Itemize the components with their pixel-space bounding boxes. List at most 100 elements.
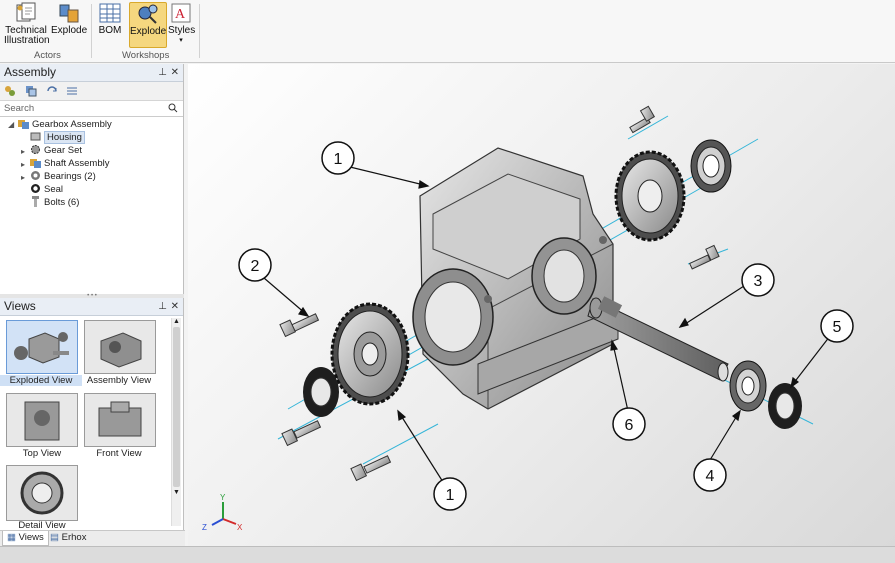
callout-label: 2 (251, 258, 260, 275)
tree-item-label: Seal (44, 184, 64, 195)
close-icon[interactable]: ✕ (171, 298, 179, 315)
left-spur-gear[interactable] (330, 302, 410, 406)
shaft-bearing[interactable] (729, 360, 767, 412)
scroll-thumb[interactable] (173, 327, 180, 487)
expand-icon[interactable]: ▸ (21, 173, 25, 182)
view-label-exploded: Exploded View (0, 375, 82, 386)
tree-item-bolts[interactable]: Bolts (6) (30, 196, 79, 209)
tab-views[interactable]: ▦ Views (2, 531, 49, 546)
explode-workshop-button[interactable]: Explode (129, 2, 167, 48)
tree-item-label: Housing (44, 131, 85, 144)
bolt-left-upper (279, 313, 320, 338)
shaft-seal[interactable] (768, 383, 802, 429)
assembly-panel-title: Assembly (4, 65, 57, 79)
callout-6[interactable]: 6 (612, 407, 646, 441)
assembly-tree-icon[interactable] (4, 85, 16, 97)
callout-5[interactable]: 5 (820, 309, 854, 343)
upper-bearing[interactable] (690, 139, 732, 193)
search-icon[interactable] (168, 103, 178, 113)
tree-item-housing[interactable]: Housing (30, 131, 85, 144)
view-thumbnail-detail[interactable] (6, 465, 78, 521)
views-scrollbar[interactable]: ▲ ▼ (171, 318, 181, 526)
pin-icon[interactable]: ⊥ (158, 298, 167, 315)
axis-triad: Y X Z (202, 493, 243, 532)
view-thumbnail-top[interactable] (6, 393, 78, 447)
detail-view-preview (20, 471, 64, 515)
gear-icon (31, 145, 40, 154)
search-input[interactable]: Search (0, 101, 183, 117)
tab-label: Views (18, 532, 44, 543)
housing-icon (30, 132, 41, 141)
callout-label: 3 (754, 273, 763, 290)
bolt-icon (32, 196, 39, 207)
styles-dropdown-icon[interactable]: ▾ (168, 36, 194, 46)
collapse-icon[interactable]: ◢ (8, 120, 14, 129)
3d-viewport[interactable]: 1 2 3 1 4 5 6 Y X Z (188, 64, 895, 546)
tree-item-seal[interactable]: Seal (30, 183, 63, 196)
scroll-up-icon[interactable]: ▲ (172, 318, 181, 325)
views-tab-icon: ▦ (7, 532, 16, 543)
explode-workshop-icon (138, 4, 158, 24)
scroll-down-icon[interactable]: ▼ (172, 489, 181, 496)
callout-label: 6 (625, 417, 634, 434)
technical-illustration-button[interactable]: Technical Illustration (4, 2, 50, 46)
view-label-assembly: Assembly View (86, 375, 152, 386)
front-view-preview (98, 401, 142, 437)
seal-icon (31, 184, 40, 193)
callout-label: 1 (446, 487, 455, 504)
expand-icon[interactable]: ▸ (21, 160, 25, 169)
view-thumbnail-assembly[interactable] (84, 320, 156, 374)
views-panel-header: Views ⊥ ✕ (0, 298, 183, 316)
top-view-preview (24, 401, 60, 441)
expand-icon[interactable]: ▸ (21, 147, 25, 156)
explode-icon (59, 4, 79, 23)
tree-item-bearings[interactable]: Bearings (2) (30, 170, 96, 183)
callout-label: 4 (706, 468, 715, 485)
callout-1-top[interactable]: 1 (321, 141, 355, 175)
callout-4[interactable]: 4 (693, 458, 727, 492)
right-spur-gear[interactable] (614, 150, 686, 242)
left-seal[interactable] (303, 367, 339, 417)
callout-2[interactable]: 2 (238, 248, 272, 282)
bom-label: BOM (98, 25, 122, 36)
explode-button[interactable]: Explode (51, 2, 87, 36)
view-label-top: Top View (22, 448, 62, 459)
panel-tabs: ▦ Views ▤ Erhox (0, 530, 185, 546)
technical-illustration-label: Technical Illustration (4, 25, 50, 46)
ribbon-separator (91, 4, 92, 58)
axis-z-label: Z (202, 523, 207, 532)
view-thumbnail-front[interactable] (84, 393, 156, 447)
tree-root[interactable]: Gearbox Assembly (18, 118, 112, 131)
exploded-view-drawing: 1 2 3 1 4 5 6 Y X Z (202, 105, 854, 532)
svg-text:A: A (175, 7, 186, 22)
list-icon[interactable] (66, 85, 78, 97)
bom-button[interactable]: BOM (96, 2, 124, 36)
styles-button[interactable]: A Styles ▾ (168, 2, 195, 46)
axis-y-label: Y (220, 493, 226, 502)
callout-label: 1 (334, 151, 343, 168)
callout-1-bottom[interactable]: 1 (433, 477, 467, 511)
ribbon-separator (199, 4, 200, 58)
tab-label: Erhox (61, 532, 87, 543)
gearbox-housing[interactable] (412, 147, 619, 410)
view-thumbnail-exploded[interactable] (6, 320, 78, 374)
tree-item-gear-set[interactable]: Gear Set (30, 144, 82, 157)
layers-icon[interactable] (25, 85, 37, 97)
shaft-assembly-icon (30, 159, 41, 168)
axis-x-label: X (237, 523, 243, 532)
status-bar (0, 546, 895, 563)
assembly-icon (18, 120, 29, 129)
refresh-icon[interactable] (46, 85, 58, 97)
close-icon[interactable]: ✕ (171, 64, 179, 81)
callout-3[interactable]: 3 (741, 263, 775, 297)
bearing-icon (31, 171, 40, 180)
bom-table-icon (99, 3, 121, 23)
tab-erhox[interactable]: ▤ Erhox (46, 531, 90, 545)
bolt-mid-right (689, 244, 720, 270)
tree-root-label: Gearbox Assembly (32, 119, 112, 130)
tree-item-label: Bearings (2) (44, 171, 96, 182)
explode-workshop-label: Explode (130, 26, 167, 37)
assembly-tree: ◢ Gearbox Assembly Housing ▸ Gear Set ▸ … (0, 117, 183, 277)
pin-icon[interactable]: ⊥ (158, 64, 167, 81)
tree-item-shaft-assembly[interactable]: Shaft Assembly (30, 157, 109, 170)
